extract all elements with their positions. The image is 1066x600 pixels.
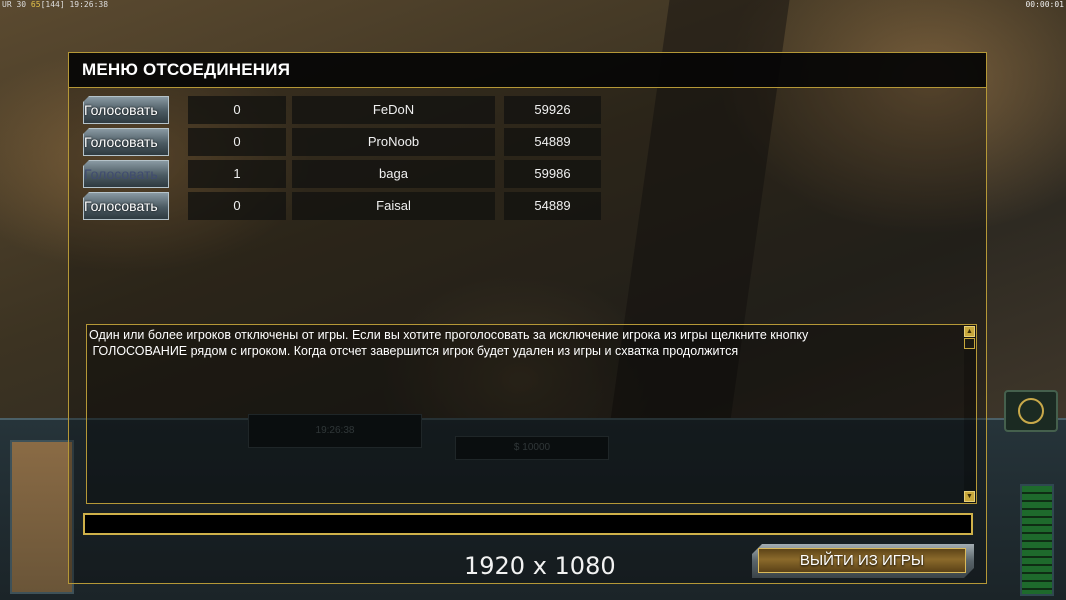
player-name: Faisal [292,192,495,220]
vote-button[interactable]: Голосовать [83,128,169,156]
vote-button[interactable]: Голосовать [83,96,169,124]
player-ping: 59926 [504,96,601,124]
quit-game-button[interactable]: ВЫЙТИ ИЗ ИГРЫ [752,544,974,578]
vote-button[interactable]: Голосовать [83,192,169,220]
scrollbar[interactable]: ▲ ▼ [964,325,976,503]
minimap[interactable] [10,440,74,594]
player-ping: 54889 [504,192,601,220]
stats-prefix: UR 30 [2,0,27,9]
player-name: FeDoN [292,96,495,124]
disconnect-dialog: МЕНЮ ОТСОЕДИНЕНИЯ Голосовать 0 FeDoN 599… [68,52,987,584]
player-votes: 0 [188,96,286,124]
scroll-down-icon[interactable]: ▼ [964,491,975,502]
stats-time: 19:26:38 [69,0,109,9]
info-text: Один или более игроков отключены от игры… [89,328,809,358]
stats-fps: 65 [30,0,41,9]
chat-input[interactable] [83,513,973,535]
vote-button-label: Голосовать [84,134,158,150]
radar-icon[interactable] [1004,390,1058,432]
vote-button-label: Голосовать [84,102,158,118]
player-name: ProNoob [292,128,495,156]
player-votes: 0 [188,192,286,220]
vote-button-label: Голосовать [84,166,158,182]
stats-bracket: [144] [40,0,65,9]
resolution-label: 1920 x 1080 [464,552,616,580]
game-timer: 00:00:01 [1025,0,1064,9]
player-ping: 59986 [504,160,601,188]
scroll-up-icon[interactable]: ▲ [964,326,975,337]
info-text-box[interactable]: Один или более игроков отключены от игры… [86,324,977,504]
vote-button-label: Голосовать [84,198,158,214]
dialog-header: МЕНЮ ОТСОЕДИНЕНИЯ [69,53,986,88]
player-votes: 1 [188,160,286,188]
quit-game-label: ВЫЙТИ ИЗ ИГРЫ [758,548,966,573]
vote-button-disabled: Голосовать [83,160,169,188]
top-left-stats: UR 30 65[144] 19:26:38 [2,0,108,9]
player-ping: 54889 [504,128,601,156]
scroll-thumb[interactable] [964,338,975,349]
player-name: baga [292,160,495,188]
dialog-title: МЕНЮ ОТСОЕДИНЕНИЯ [82,60,291,79]
player-votes: 0 [188,128,286,156]
power-bar [1020,484,1054,596]
